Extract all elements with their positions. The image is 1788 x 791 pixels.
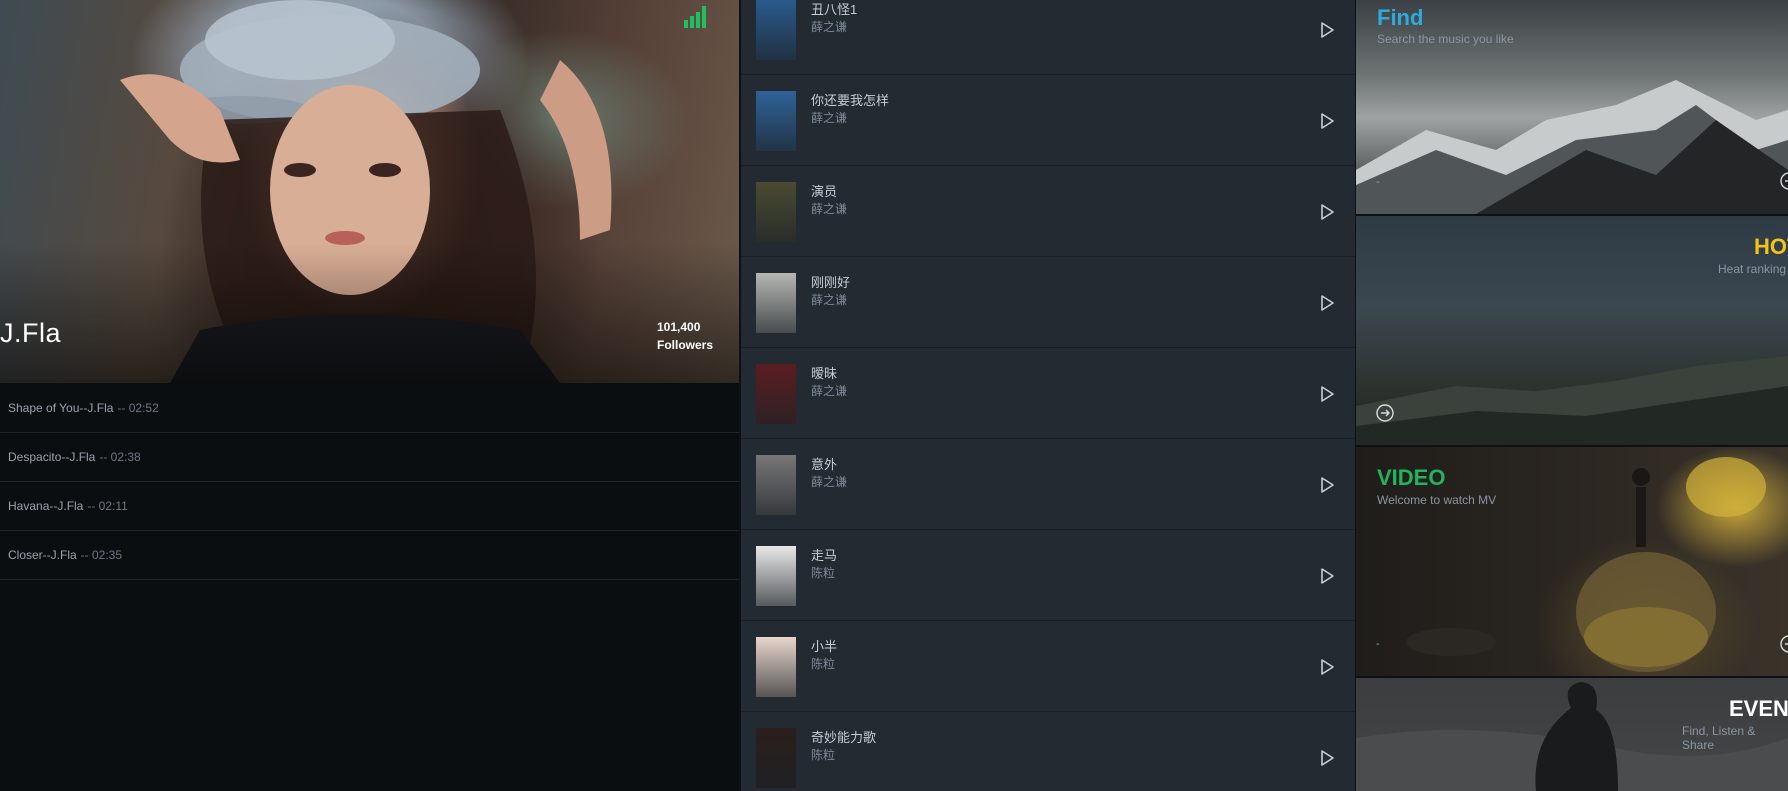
circle-arrow-right-icon[interactable]	[1376, 404, 1394, 422]
play-icon[interactable]	[1318, 476, 1336, 494]
song-item[interactable]: 丑八怪1 薛之谦	[741, 0, 1355, 75]
play-icon[interactable]	[1318, 658, 1336, 676]
song-cover	[756, 637, 796, 697]
hot-title: HOT	[1754, 234, 1788, 259]
song-title: 暧昧	[811, 366, 838, 381]
find-title: Find	[1377, 5, 1424, 30]
song-cover	[756, 0, 796, 60]
artist-track-row[interactable]: Despacito--J.Fla -- 02:38	[0, 433, 739, 482]
event-subtitle: Find, Listen & Share	[1682, 724, 1756, 752]
song-artist: 陈粒	[811, 566, 836, 580]
artist-track-list: Shape of You--J.Fla -- 02:52 Despacito--…	[0, 384, 739, 580]
play-icon[interactable]	[1318, 385, 1336, 403]
find-card[interactable]: Find Search the music you like -	[1356, 0, 1788, 214]
song-artist: 陈粒	[811, 748, 836, 762]
landscape-image	[1356, 356, 1788, 445]
song-title: 演员	[811, 184, 838, 199]
song-title: 丑八怪1	[811, 2, 858, 17]
artist-name: J.Fla	[0, 318, 62, 348]
find-subtitle: Search the music you like	[1377, 32, 1514, 46]
artist-track-row[interactable]: Shape of You--J.Fla -- 02:52	[0, 384, 739, 433]
followers-count: 101,400	[657, 320, 701, 334]
song-cover	[756, 728, 796, 788]
video-subtitle: Welcome to watch MV	[1377, 493, 1497, 507]
song-artist: 薛之谦	[811, 293, 848, 307]
hero-photo-shapes	[120, 0, 612, 383]
event-card[interactable]: EVENT Find, Listen & Share	[1356, 678, 1788, 791]
artist-hero-image: J.Fla 101,400 Followers	[0, 0, 739, 383]
play-icon[interactable]	[1318, 112, 1336, 130]
event-title: EVENT	[1729, 696, 1788, 721]
signal-bars-icon	[684, 6, 710, 28]
video-card[interactable]: VIDEO Welcome to watch MV -	[1356, 447, 1788, 676]
song-cover	[756, 91, 796, 151]
song-item[interactable]: 小半 陈粒	[741, 622, 1355, 712]
song-cover	[756, 273, 796, 333]
song-artist: 薛之谦	[811, 20, 848, 34]
song-item[interactable]: 意外 薛之谦	[741, 440, 1355, 530]
play-icon[interactable]	[1318, 749, 1336, 767]
song-item[interactable]: 刚刚好 薛之谦	[741, 258, 1355, 348]
track-title: Shape of You--J.Fla	[8, 401, 114, 415]
song-artist: 薛之谦	[811, 475, 848, 489]
play-icon[interactable]	[1318, 294, 1336, 312]
find-dash: -	[1376, 176, 1380, 188]
song-cover	[756, 182, 796, 242]
track-title: Havana--J.Fla	[8, 499, 84, 513]
track-duration: -- 02:11	[87, 499, 128, 513]
song-item[interactable]: 演员 薛之谦	[741, 167, 1355, 257]
song-title: 小半	[811, 639, 838, 654]
track-duration: -- 02:35	[80, 548, 123, 562]
song-item[interactable]: 走马 陈粒	[741, 531, 1355, 621]
circle-arrow-right-icon[interactable]	[1780, 172, 1788, 190]
play-icon[interactable]	[1318, 21, 1336, 39]
track-title: Closer--J.Fla	[8, 548, 77, 562]
hot-subtitle: Heat ranking	[1718, 262, 1787, 276]
followers-label: Followers	[657, 338, 714, 352]
feature-cards: Find Search the music you like - HOT Hea…	[1356, 0, 1788, 791]
track-duration: -- 02:38	[99, 450, 141, 464]
artist-track-row[interactable]: Havana--J.Fla -- 02:11	[0, 482, 739, 531]
song-cover	[756, 455, 796, 515]
song-cover	[756, 364, 796, 424]
song-title: 你还要我怎样	[811, 93, 890, 108]
song-item[interactable]: 奇妙能力歌 陈粒	[741, 713, 1355, 791]
song-list: 丑八怪1 薛之谦 你还要我怎样 薛之谦 演员 薛之谦 刚刚好 薛之谦 暧昧 薛之…	[741, 0, 1355, 791]
song-title: 刚刚好	[811, 275, 851, 290]
song-artist: 薛之谦	[811, 111, 848, 125]
song-title: 意外	[811, 457, 838, 472]
song-cover	[756, 546, 796, 606]
song-artist: 薛之谦	[811, 202, 848, 216]
followers-stat: 101,400 Followers	[657, 318, 713, 354]
song-title: 走马	[811, 548, 838, 563]
video-title: VIDEO	[1377, 465, 1446, 490]
video-dash: -	[1376, 638, 1380, 650]
circle-arrow-right-icon[interactable]	[1780, 635, 1788, 653]
song-title: 奇妙能力歌	[811, 730, 877, 745]
hot-card[interactable]: HOT Heat ranking	[1356, 216, 1788, 445]
play-icon[interactable]	[1318, 567, 1336, 585]
track-duration: -- 02:52	[117, 401, 159, 415]
artist-track-row[interactable]: Closer--J.Fla -- 02:35	[0, 531, 739, 580]
artist-panel: J.Fla 101,400 Followers Shape of You--J.…	[0, 0, 739, 791]
track-title: Despacito--J.Fla	[8, 450, 96, 464]
play-icon[interactable]	[1318, 203, 1336, 221]
song-item[interactable]: 你还要我怎样 薛之谦	[741, 76, 1355, 166]
song-artist: 薛之谦	[811, 384, 848, 398]
song-item[interactable]: 暧昧 薛之谦	[741, 349, 1355, 439]
song-artist: 陈粒	[811, 657, 836, 671]
